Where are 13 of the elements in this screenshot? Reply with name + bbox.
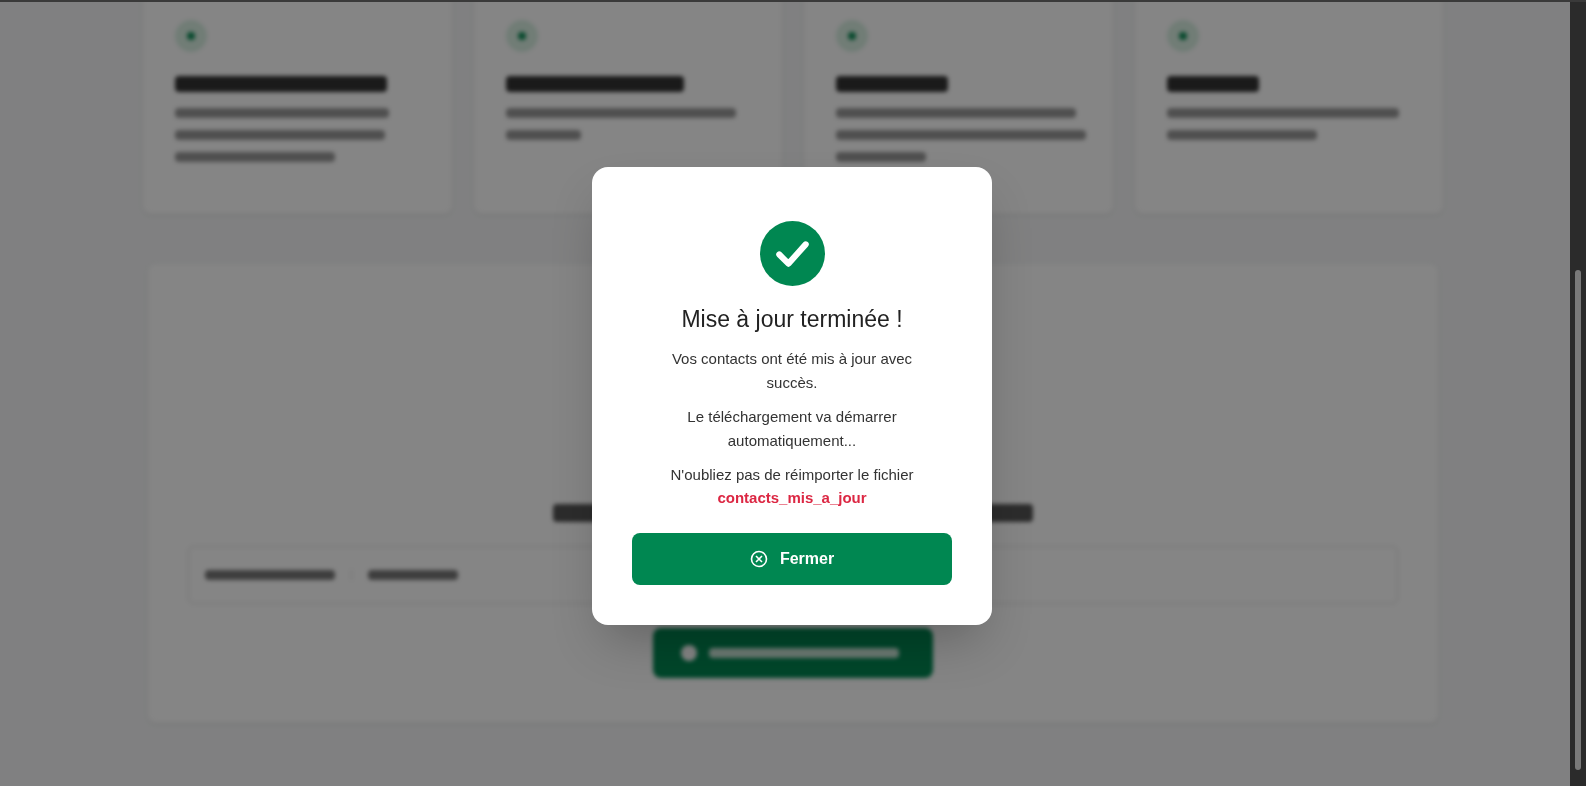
dialog-title: Mise à jour terminée ! xyxy=(681,305,903,334)
step-badge xyxy=(175,20,207,52)
dialog-message: Vos contacts ont été mis à jour avec succès. xyxy=(670,348,914,393)
close-button[interactable]: Fermer xyxy=(632,533,952,585)
step-badge xyxy=(1166,20,1199,52)
check-icon xyxy=(759,221,825,286)
reminder-text: N'oubliez pas de réimporter le fichier xyxy=(670,464,914,485)
step-badge xyxy=(505,20,538,52)
file-name-highlight: contacts_mis_a_jour xyxy=(717,487,867,508)
update-button[interactable] xyxy=(653,628,933,678)
step-badge xyxy=(836,20,868,52)
dialog-message: Le téléchargement va démarrer automatiquement... xyxy=(686,406,898,451)
close-icon xyxy=(749,550,768,568)
